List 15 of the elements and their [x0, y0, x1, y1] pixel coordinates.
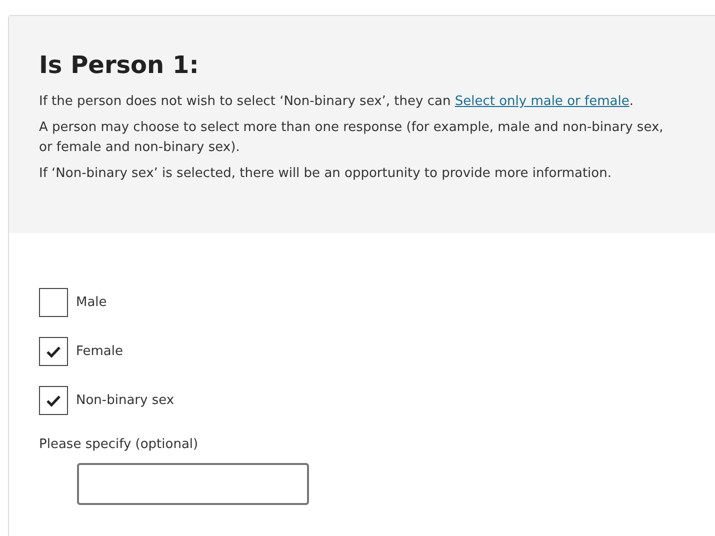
- checkbox[interactable]: [39, 288, 68, 317]
- help-text: A person may choose to select more than one response (for example, male and non-binary sex, or female and non-binary sex).: [39, 119, 664, 157]
- question-heading: Is Person 1:: [39, 50, 200, 80]
- specify-field[interactable]: [77, 463, 309, 505]
- intro-text: If the person does not wish to select ‘Non-binary sex’, they can Select only male or female.: [39, 93, 634, 111]
- specify-label: Please specify (optional): [39, 436, 200, 454]
- select-link[interactable]: Select only male or female: [454, 94, 630, 109]
- option-label: Male: [76, 294, 107, 312]
- option-label: Female: [76, 342, 124, 361]
- option-label: Non-binary sex: [76, 392, 174, 410]
- checkbox[interactable]: [39, 337, 68, 366]
- help-text: If ‘Non-binary sex’ is selected, there will be an opportunity to provide more information.: [39, 165, 612, 183]
- checkbox[interactable]: [39, 386, 68, 415]
- checkmark-icon: [46, 346, 61, 358]
- checkmark-icon: [46, 394, 61, 406]
